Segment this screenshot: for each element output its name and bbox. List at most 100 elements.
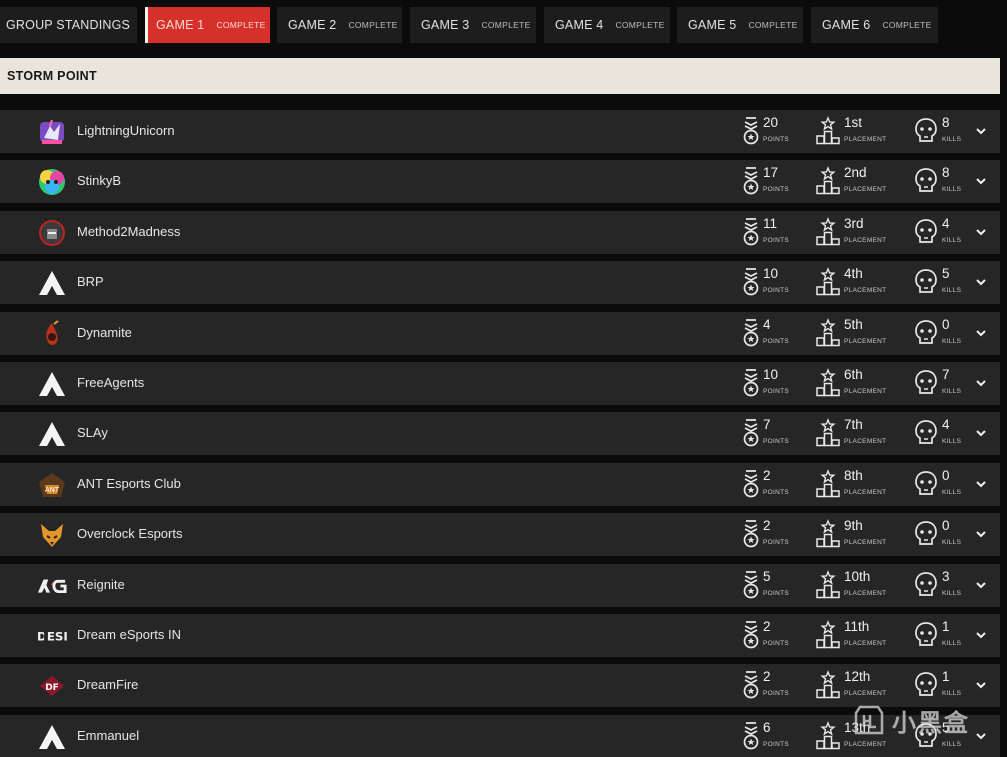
skull-icon	[914, 217, 938, 252]
chevron-down-icon[interactable]	[975, 477, 987, 495]
team-row[interactable]: Method2Madness 11 POINTS 3rd PLACEMENT 4 KILLS	[0, 210, 1000, 254]
stinkyb-logo	[37, 167, 67, 197]
tab-game-1[interactable]: GAME 1 COMPLETE	[145, 7, 270, 43]
team-row[interactable]: Dynamite 4 POINTS 5th PLACEMENT 0 KILLS	[0, 311, 1000, 355]
kills-value: 7	[942, 366, 950, 382]
podium-icon	[815, 670, 841, 705]
kills-label: KILLS	[942, 186, 962, 194]
kills-label: KILLS	[942, 287, 962, 295]
chevron-down-icon[interactable]	[975, 527, 987, 545]
skull-icon	[914, 166, 938, 201]
tab-title: GROUP STANDINGS	[6, 18, 131, 32]
team-row[interactable]: StinkyB 17 POINTS 2nd PLACEMENT 8 KILLS	[0, 160, 1000, 204]
kills-label: KILLS	[942, 438, 962, 446]
points-label: POINTS	[763, 690, 789, 698]
chevron-down-icon[interactable]	[975, 124, 987, 142]
podium-icon	[815, 368, 841, 403]
skull-icon	[914, 570, 938, 605]
points-value: 10	[763, 266, 779, 282]
chevron-down-icon[interactable]	[975, 275, 987, 293]
chevron-down-icon[interactable]	[975, 326, 987, 344]
team-name: Method2Madness	[77, 223, 181, 239]
points-label: POINTS	[763, 488, 789, 496]
kills-value: 0	[942, 518, 950, 534]
placement-value: 5th	[844, 316, 863, 332]
team-row[interactable]: BRP 10 POINTS 4th PLACEMENT 5 KILLS	[0, 261, 1000, 305]
points-icon	[742, 570, 760, 605]
chevron-down-icon[interactable]	[975, 426, 987, 444]
kills-value: 5	[942, 266, 950, 282]
podium-icon	[815, 620, 841, 655]
rg-logo	[37, 571, 67, 601]
tab-title: GAME 1	[156, 18, 205, 32]
points-label: POINTS	[763, 337, 789, 345]
tab-game-3[interactable]: GAME 3 COMPLETE	[410, 7, 536, 43]
team-row[interactable]: DF DreamFire 2 POINTS 12th PLACEMENT 1 KILLS	[0, 664, 1000, 708]
ant-logo: ANT	[37, 470, 67, 500]
chevron-down-icon[interactable]	[975, 376, 987, 394]
placement-value: 7th	[844, 417, 863, 433]
tab-game-5[interactable]: GAME 5 COMPLETE	[677, 7, 803, 43]
map-name: STORM POINT	[7, 69, 97, 83]
team-row[interactable]: Emmanuel 6 POINTS 13th PLACEMENT 5 KILLS	[0, 714, 1000, 757]
chevron-down-icon[interactable]	[975, 225, 987, 243]
team-row[interactable]: Reignite 5 POINTS 10th PLACEMENT 3 KILLS	[0, 563, 1000, 607]
game-tabs: GROUP STANDINGS GAME 1 COMPLETE GAME 2 C…	[0, 7, 1007, 43]
placement-label: PLACEMENT	[844, 438, 887, 446]
chevron-down-icon[interactable]	[975, 578, 987, 596]
kills-label: KILLS	[942, 740, 962, 748]
standings-list: LightningUnicorn 20 POINTS 1st PLACEMENT 8 KIL…	[0, 110, 1000, 757]
podium-icon	[815, 418, 841, 453]
points-label: POINTS	[763, 387, 789, 395]
points-label: POINTS	[763, 740, 789, 748]
kills-value: 3	[942, 568, 950, 584]
team-name: Dream eSports IN	[77, 626, 182, 642]
team-row[interactable]: SLAy 7 POINTS 7th PLACEMENT 4 KILLS	[0, 412, 1000, 456]
placement-label: PLACEMENT	[844, 136, 887, 143]
skull-icon	[914, 620, 938, 655]
team-row[interactable]: FreeAgents 10 POINTS 6th PLACEMENT 7 KILLS	[0, 361, 1000, 405]
chevron-down-icon[interactable]	[975, 174, 987, 192]
team-row[interactable]: LightningUnicorn 20 POINTS 1st PLACEMENT 8 KIL…	[0, 110, 1000, 153]
placement-label: PLACEMENT	[844, 236, 887, 244]
kills-value: 1	[942, 669, 950, 685]
placement-value: 1st	[844, 115, 863, 130]
placement-label: PLACEMENT	[844, 690, 887, 698]
team-row[interactable]: DESI Dream eSports IN 2 POINTS 11th PLACEMENT…	[0, 613, 1000, 657]
placement-value: 12th	[844, 669, 871, 685]
tab-status: COMPLETE	[216, 20, 266, 30]
placement-label: PLACEMENT	[844, 589, 887, 597]
placement-value: 11th	[844, 618, 870, 634]
team-name: BRP	[77, 274, 104, 290]
points-label: POINTS	[763, 438, 789, 446]
tab-group-standings[interactable]: GROUP STANDINGS	[0, 7, 137, 43]
kills-label: KILLS	[942, 589, 962, 597]
tab-game-4[interactable]: GAME 4 COMPLETE	[544, 7, 670, 43]
team-name: Emmanuel	[77, 727, 140, 743]
skull-icon	[914, 116, 938, 151]
kills-value: 1	[942, 618, 950, 634]
points-icon	[742, 166, 760, 201]
kills-value: 4	[942, 215, 950, 231]
podium-icon	[815, 116, 841, 151]
tab-status: COMPLETE	[348, 20, 398, 30]
team-row[interactable]: Overclock Esports 2 POINTS 9th PLACEMENT 0 KIL…	[0, 513, 1000, 557]
skull-icon	[914, 469, 938, 504]
tab-title: GAME 4	[555, 18, 604, 32]
points-value: 10	[763, 366, 779, 382]
points-icon	[742, 318, 760, 353]
tab-status: COMPLETE	[615, 20, 665, 30]
kills-value: 0	[942, 467, 950, 483]
tab-game-6[interactable]: GAME 6 COMPLETE	[811, 7, 938, 43]
team-row[interactable]: ANT ANT Esports Club 2 POINTS 8th PLACEMENT 0 K…	[0, 462, 1000, 506]
kills-value: 8	[942, 115, 950, 130]
kills-label: KILLS	[942, 639, 962, 647]
dynamite-logo	[37, 319, 67, 349]
chevron-down-icon[interactable]	[975, 628, 987, 646]
fox-logo	[37, 520, 67, 550]
tab-game-2[interactable]: GAME 2 COMPLETE	[277, 7, 402, 43]
chevron-down-icon[interactable]	[975, 678, 987, 696]
kills-label: KILLS	[942, 539, 962, 547]
skull-icon	[914, 519, 938, 554]
team-name: Overclock Esports	[77, 526, 183, 542]
